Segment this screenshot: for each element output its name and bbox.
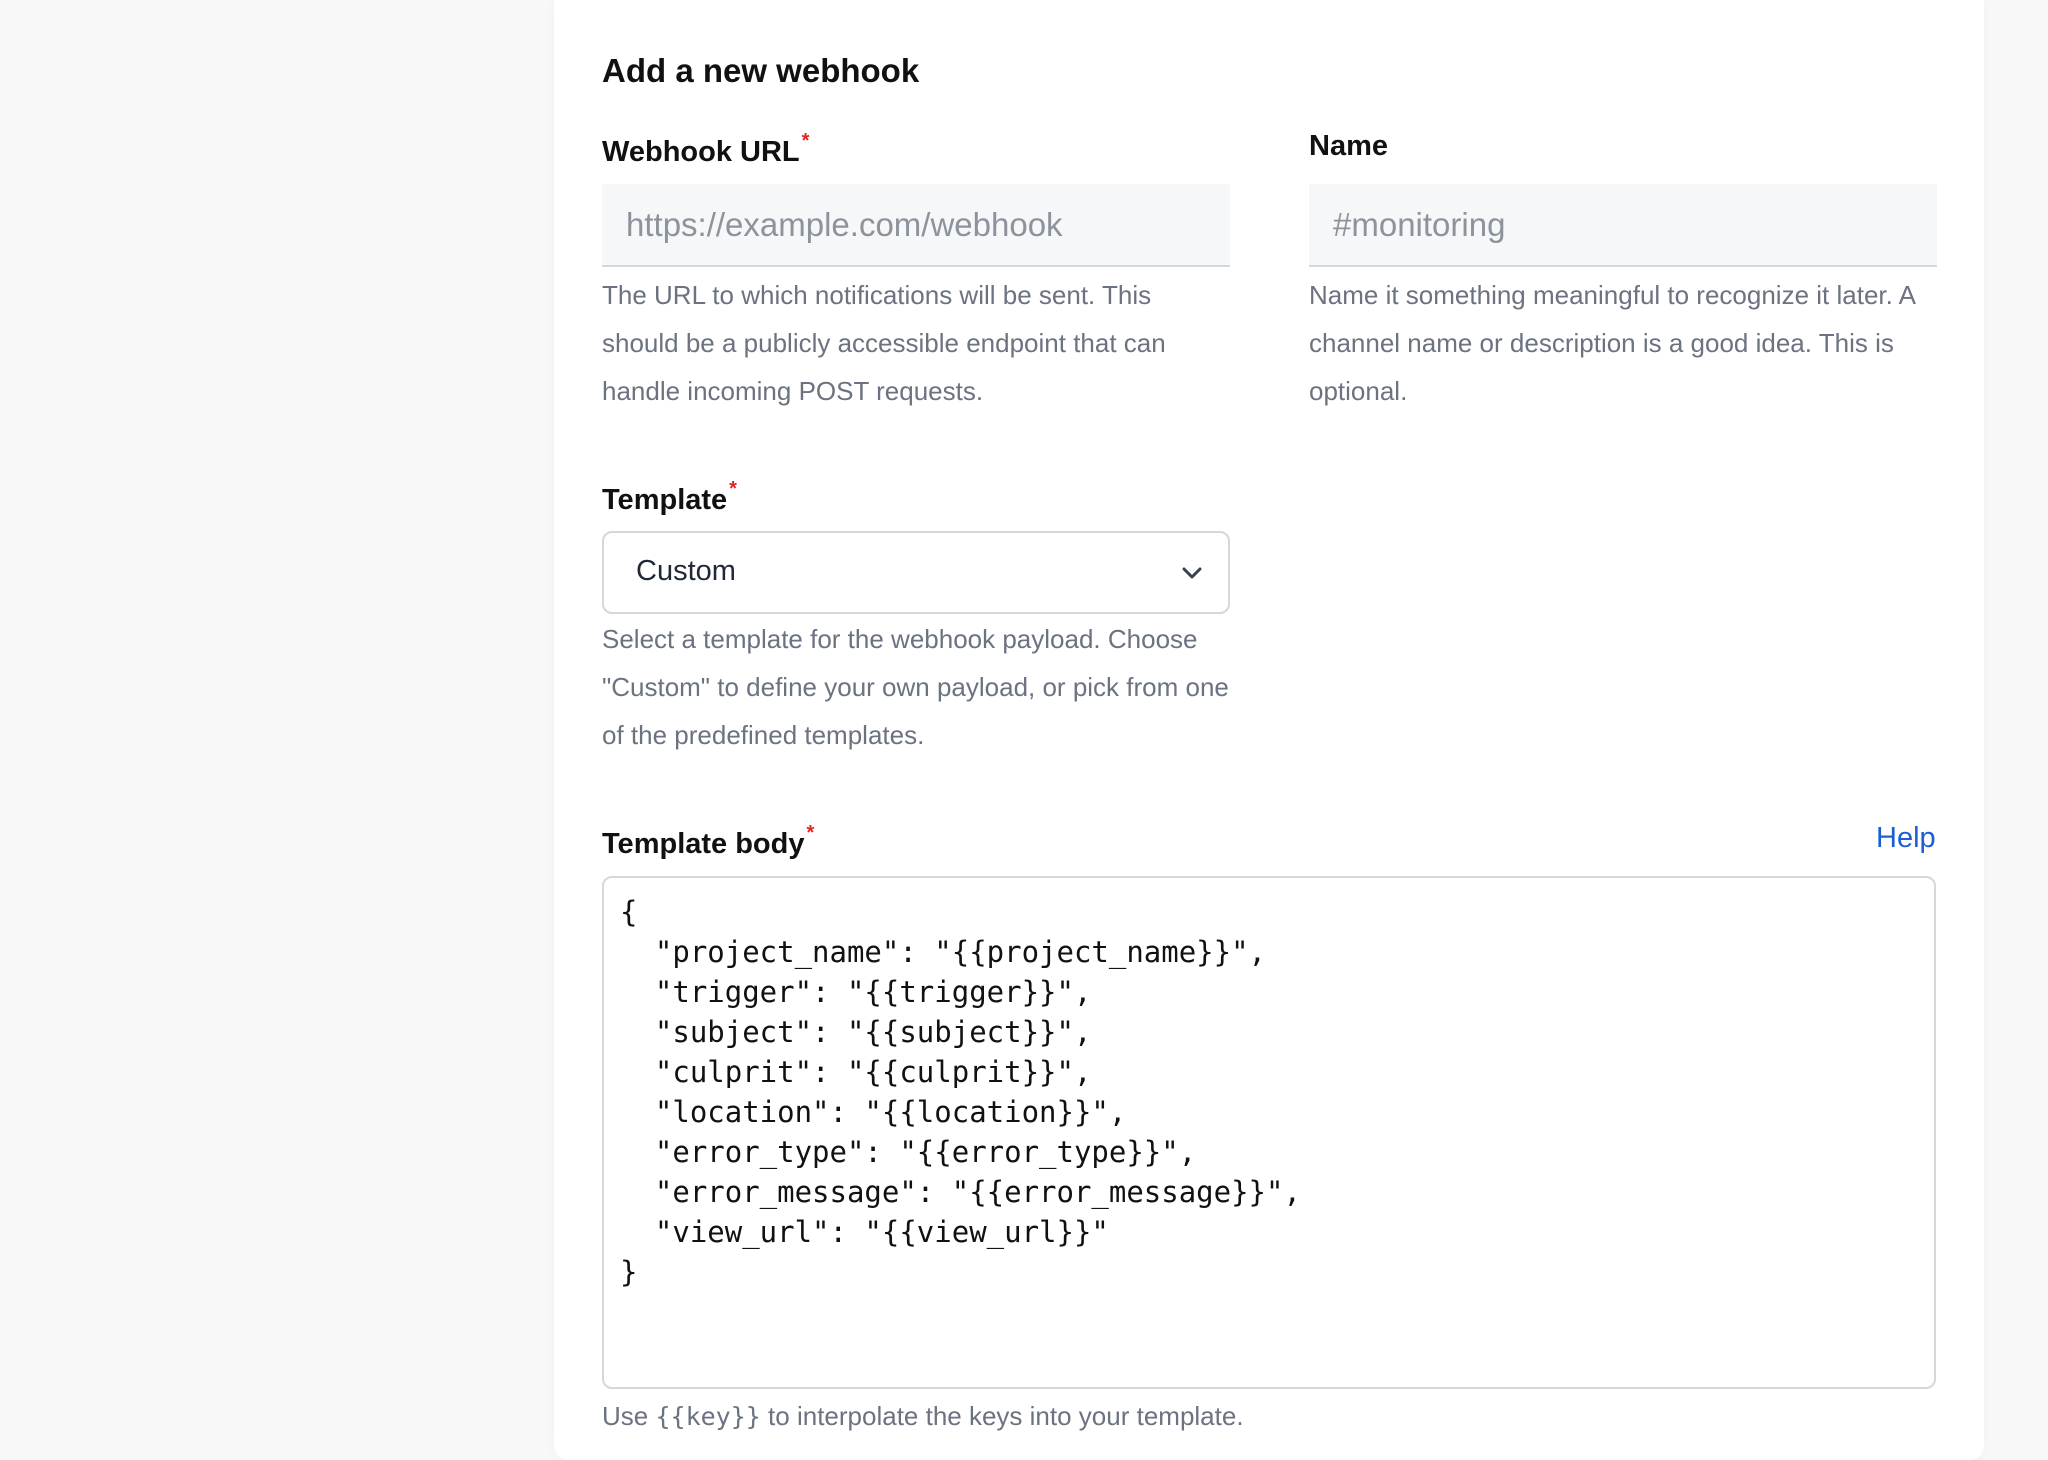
name-label: Name [1309,130,1388,163]
hint-code: {{key}} [655,1402,761,1431]
name-input[interactable] [1309,184,1937,267]
template-body-help-link[interactable]: Help [1876,822,1936,855]
template-body-code[interactable]: { "project_name": "{{project_name}}", "t… [620,892,1301,1292]
template-body-label-text: Template body [602,828,805,860]
webhook-url-help: The URL to which notifications will be s… [602,280,1166,406]
required-marker: * [806,822,815,844]
webhook-url-label: Webhook URL * [602,130,809,169]
form-title: Add a new webhook [602,52,920,89]
name-label-text: Name [1309,130,1388,162]
template-help: Select a template for the webhook payloa… [602,624,1229,750]
template-body-hint: Use {{key}} to interpolate the keys into… [602,1392,1602,1441]
hint-suffix: to interpolate the keys into your templa… [760,1401,1244,1431]
webhook-url-input[interactable] [602,184,1230,267]
template-select[interactable]: Custom [602,531,1230,614]
required-marker: * [801,130,810,152]
chevron-down-icon [1182,567,1202,579]
hint-prefix: Use [602,1401,656,1431]
template-body-editor[interactable]: { "project_name": "{{project_name}}", "t… [602,876,1936,1389]
template-select-value: Custom [636,555,736,587]
webhook-form-card: Add a new webhook Webhook URL* The URL t… [554,0,1984,1460]
template-label: Template * [602,478,737,517]
webhook-url-label-text: Webhook URL [602,136,800,168]
required-marker: * [729,478,737,500]
template-label-text: Template [602,484,728,516]
template-body-label: Template body * [602,822,814,861]
name-help: Name it something meaningful to recogniz… [1309,280,1915,406]
